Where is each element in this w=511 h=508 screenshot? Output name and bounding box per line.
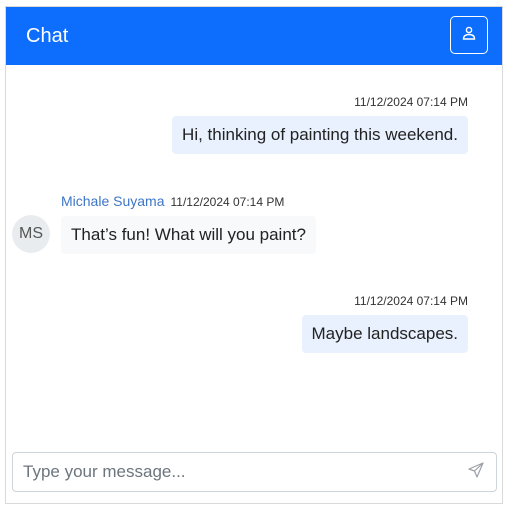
message-meta: Michale Suyama 11/12/2024 07:14 PM (61, 194, 316, 209)
chat-window: Chat 11/12/2024 07:14 PM Hi, thinking of… (5, 6, 503, 504)
message-bubble: Maybe landscapes. (301, 315, 468, 353)
chat-header: Chat (6, 7, 502, 65)
message-author: Michale Suyama (61, 193, 165, 209)
message-outgoing: 11/12/2024 07:14 PM Hi, thinking of pain… (172, 95, 468, 154)
message-composer (12, 452, 497, 492)
message-list: 11/12/2024 07:14 PM Hi, thinking of pain… (6, 65, 502, 435)
avatar: MS (12, 215, 50, 253)
message-bubble: That’s fun! What will you paint? (61, 216, 316, 254)
send-icon (468, 461, 484, 483)
message-timestamp: 11/12/2024 07:14 PM (354, 95, 468, 109)
profile-button[interactable] (450, 16, 488, 54)
user-icon (461, 25, 477, 46)
message-incoming: Michale Suyama 11/12/2024 07:14 PM That’s… (61, 194, 316, 254)
chat-title: Chat (26, 25, 69, 47)
message-outgoing: 11/12/2024 07:14 PM Maybe landscapes. (301, 294, 468, 353)
send-button[interactable] (466, 461, 486, 483)
message-timestamp: 11/12/2024 07:14 PM (354, 294, 468, 308)
message-input[interactable] (13, 453, 473, 491)
message-timestamp: 11/12/2024 07:14 PM (170, 195, 285, 209)
message-bubble: Hi, thinking of painting this weekend. (172, 116, 468, 154)
